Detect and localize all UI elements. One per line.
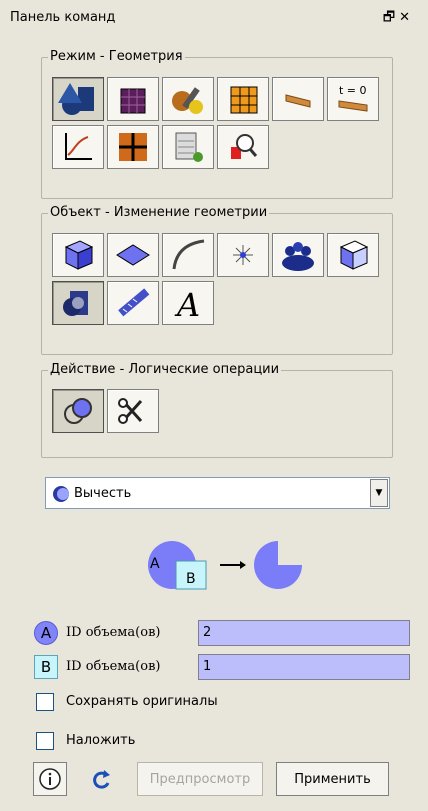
svg-text:t = 0: t = 0 (339, 84, 367, 97)
diagram-result (254, 541, 302, 589)
zoom-select-icon (231, 134, 258, 159)
tools-mode-icon (172, 87, 203, 114)
surface-icon (116, 244, 150, 266)
volume-button[interactable] (52, 233, 104, 277)
diagram-label-b: B (186, 571, 196, 587)
grid-icon (119, 133, 147, 161)
plot-icon (65, 133, 92, 160)
measure-button[interactable] (107, 281, 159, 325)
volume-a-label: ID объема(ов) (66, 625, 161, 640)
mesh-mode-icon (120, 88, 146, 114)
imprint-label: Наложить (66, 733, 136, 748)
svg-text:A: A (174, 286, 200, 321)
cube-outline-button[interactable] (327, 233, 379, 277)
plot-button[interactable] (52, 125, 104, 169)
vertex-button[interactable] (217, 233, 269, 277)
split-button[interactable] (107, 389, 159, 433)
volume-b-input[interactable]: 1 (198, 654, 410, 680)
object-group-title: Объект - Изменение геометрии (48, 205, 270, 220)
keep-originals-label: Сохранять оригиналы (66, 694, 218, 709)
mode-group-title: Режим - Геометрия (48, 49, 185, 64)
tools-mode-button[interactable] (162, 77, 214, 121)
b-badge: B (34, 655, 58, 679)
a-badge: A (34, 621, 58, 645)
reset-icon (93, 770, 110, 789)
group-button[interactable] (272, 233, 324, 277)
transform-icon (63, 291, 88, 316)
measure-icon (118, 288, 150, 317)
panel-title-icons: 🗗✕ (383, 8, 414, 30)
curve-icon (172, 239, 205, 270)
preview-button[interactable]: Предпросмотр (137, 762, 263, 796)
calculator-icon (175, 132, 203, 162)
boolean-button[interactable] (52, 389, 104, 433)
apply-button[interactable]: Применить (276, 762, 389, 796)
split-icon (118, 398, 143, 424)
boolean-icon (64, 398, 92, 424)
volume-b-label: ID объема(ов) (66, 659, 161, 674)
subtract-diagram: A B (148, 541, 302, 590)
subtract-icon (53, 486, 69, 502)
keep-originals-checkbox[interactable] (36, 693, 54, 711)
cube-outline-icon (339, 240, 369, 270)
text-button[interactable]: A (162, 281, 214, 325)
geometry-mode-icon (58, 83, 94, 115)
group-icon (282, 242, 314, 271)
boundary-icon (285, 94, 311, 108)
info-icon (39, 768, 61, 790)
curve-button[interactable] (162, 233, 214, 277)
mesh-mode-button[interactable] (107, 77, 159, 121)
diagram-arrow-head (240, 561, 246, 569)
time-zero-icon: t = 0 (338, 84, 368, 112)
panel-title: Панель команд (10, 10, 116, 25)
surface-button[interactable] (107, 233, 159, 277)
boundary-button[interactable] (272, 77, 324, 121)
command-panel: Панель команд 🗗✕ Режим - Геометрия t = 0… (0, 0, 428, 811)
reset-button[interactable] (87, 766, 117, 794)
diagram-label-a: A (150, 556, 160, 572)
volume-icon (64, 240, 94, 270)
time-zero-button[interactable]: t = 0 (327, 77, 379, 121)
zoom-select-button[interactable] (217, 125, 269, 169)
dropdown-arrow-icon[interactable]: ▼ (370, 479, 388, 507)
transform-button[interactable] (52, 281, 104, 325)
calculator-button[interactable] (162, 125, 214, 169)
volume-b-row: B ID объема(ов) 1 (34, 654, 424, 683)
imprint-checkbox[interactable] (36, 732, 54, 750)
close-icon[interactable]: ✕ (399, 10, 414, 25)
cube-mesh-icon (230, 86, 258, 114)
volume-a-row: A ID объема(ов) 2 (34, 620, 424, 649)
info-button[interactable] (33, 762, 67, 796)
operation-select-value: Вычесть (74, 486, 132, 501)
volume-a-input[interactable]: 2 (198, 620, 410, 646)
vertex-icon (233, 245, 253, 265)
cube-mesh-button[interactable] (217, 77, 269, 121)
panel-titlebar: Панель команд 🗗✕ (0, 0, 428, 36)
restore-icon[interactable]: 🗗 (383, 10, 399, 25)
text-icon: A (174, 286, 200, 321)
geometry-mode-button[interactable] (52, 77, 104, 121)
action-group-title: Действие - Логические операции (48, 362, 282, 377)
operation-select[interactable]: Вычесть ▼ (45, 477, 390, 509)
grid-button[interactable] (107, 125, 159, 169)
